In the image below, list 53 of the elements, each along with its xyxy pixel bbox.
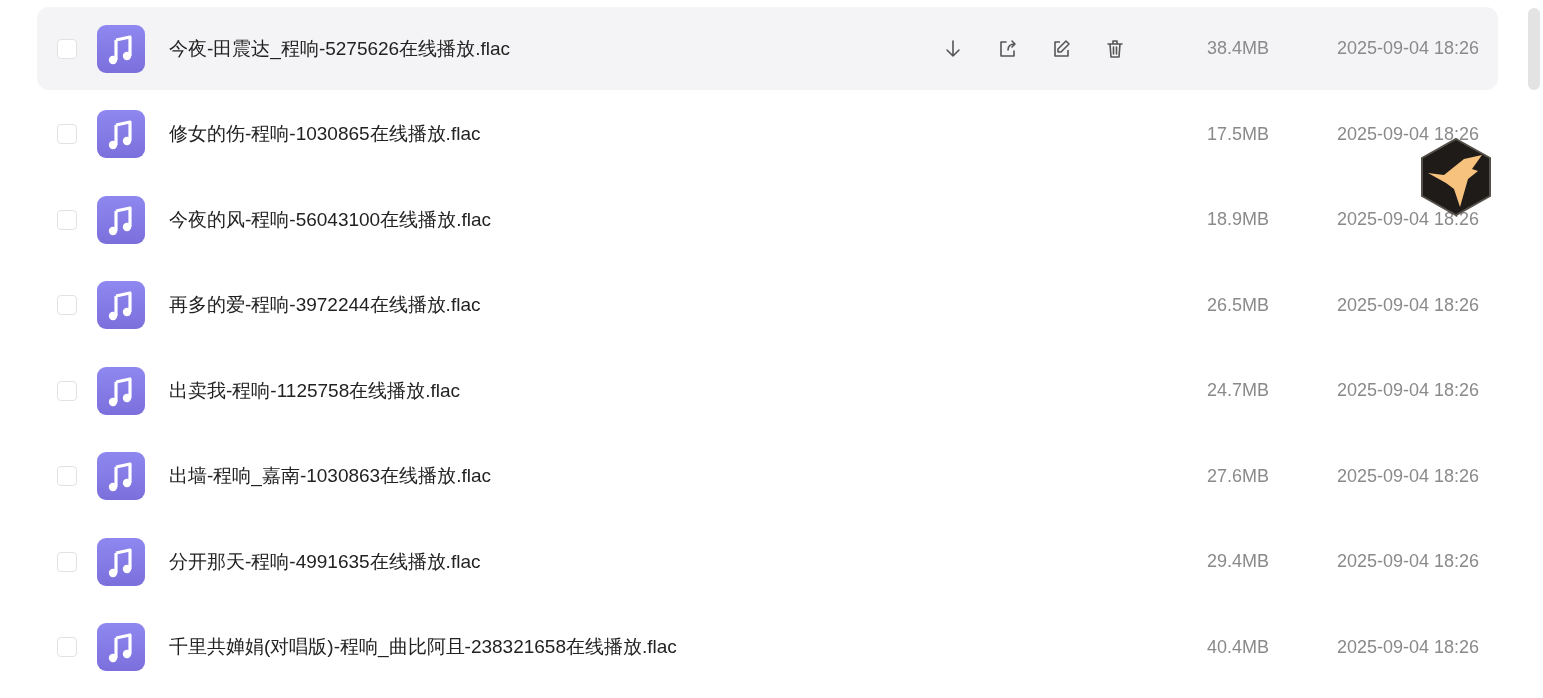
file-size: 18.9MB: [1205, 209, 1269, 230]
file-name[interactable]: 出卖我-程响-1125758在线播放.flac: [169, 377, 943, 404]
file-size: 27.6MB: [1205, 465, 1269, 487]
file-row[interactable]: 出卖我-程响-1125758在线播放.flac 24.7MB 2025-09-04 18:26: [37, 349, 1498, 432]
file-date: 2025-09-04 18:26: [1335, 380, 1479, 401]
file-name[interactable]: 千里共婵娟(对唱版)-程响_曲比阿且-238321658在线播放.flac: [169, 634, 943, 660]
file-size: 26.5MB: [1205, 294, 1269, 316]
checkbox[interactable]: [57, 380, 77, 401]
file-row[interactable]: 出墙-程响_嘉南-1030863在线播放.flac 27.6MB 2025-09-04 18:26: [37, 434, 1498, 518]
share-icon[interactable]: [997, 38, 1017, 59]
file-date: 2025-09-04 18:26: [1335, 123, 1479, 145]
trash-icon[interactable]: [1105, 38, 1125, 59]
file-row[interactable]: 修女的伤-程响-1030865在线播放.flac 17.5MB 2025-09-04 18:26: [37, 92, 1498, 176]
file-row[interactable]: 再多的爱-程响-3972244在线播放.flac 26.5MB 2025-09-04 18:26: [37, 263, 1498, 347]
music-note-icon: [97, 195, 145, 244]
file-name[interactable]: 分开那天-程响-4991635在线播放.flac: [169, 548, 943, 575]
file-row[interactable]: 千里共婵娟(对唱版)-程响_曲比阿且-238321658在线播放.flac 40.4MB 2025-09-04 18:26: [37, 605, 1498, 689]
checkbox[interactable]: [57, 209, 77, 230]
file-row[interactable]: 分开那天-程响-4991635在线播放.flac 29.4MB 2025-09-04 18:26: [37, 520, 1498, 603]
checkbox[interactable]: [57, 124, 77, 144]
music-note-icon: [97, 24, 145, 73]
music-note-icon: [97, 110, 145, 158]
file-name[interactable]: 再多的爱-程响-3972244在线播放.flac: [169, 292, 943, 318]
checkbox[interactable]: [57, 38, 77, 59]
file-size: 29.4MB: [1205, 551, 1269, 572]
file-size: 17.5MB: [1205, 123, 1269, 145]
file-size: 38.4MB: [1205, 38, 1269, 59]
file-size: 40.4MB: [1205, 636, 1269, 658]
edit-icon[interactable]: [1051, 38, 1071, 59]
file-date: 2025-09-04 18:26: [1335, 465, 1479, 487]
scrollbar-thumb[interactable]: [1528, 8, 1540, 90]
music-note-icon: [97, 281, 145, 329]
file-row[interactable]: 今夜的风-程响-56043100在线播放.flac 18.9MB 2025-09-04 18:26: [37, 178, 1498, 261]
download-icon[interactable]: [943, 38, 963, 59]
file-date: 2025-09-04 18:26: [1335, 294, 1479, 316]
file-name[interactable]: 今夜-田震达_程响-5275626在线播放.flac: [169, 35, 943, 62]
file-size: 24.7MB: [1205, 380, 1269, 401]
file-date: 2025-09-04 18:26: [1335, 636, 1479, 658]
file-name[interactable]: 今夜的风-程响-56043100在线播放.flac: [169, 206, 943, 233]
checkbox[interactable]: [57, 551, 77, 572]
music-note-icon: [97, 366, 145, 415]
music-note-icon: [97, 452, 145, 500]
checkbox[interactable]: [57, 637, 77, 657]
music-note-icon: [97, 537, 145, 586]
checkbox[interactable]: [57, 466, 77, 486]
file-name[interactable]: 出墙-程响_嘉南-1030863在线播放.flac: [169, 463, 943, 489]
file-date: 2025-09-04 18:26: [1335, 38, 1479, 59]
file-row[interactable]: 今夜-田震达_程响-5275626在线播放.flac 38.4MB 2025-09-04 18:26: [37, 7, 1498, 90]
file-date: 2025-09-04 18:26: [1335, 551, 1479, 572]
checkbox[interactable]: [57, 295, 77, 315]
file-name[interactable]: 修女的伤-程响-1030865在线播放.flac: [169, 121, 943, 147]
file-date: 2025-09-04 18:26: [1335, 209, 1479, 230]
music-note-icon: [97, 623, 145, 671]
